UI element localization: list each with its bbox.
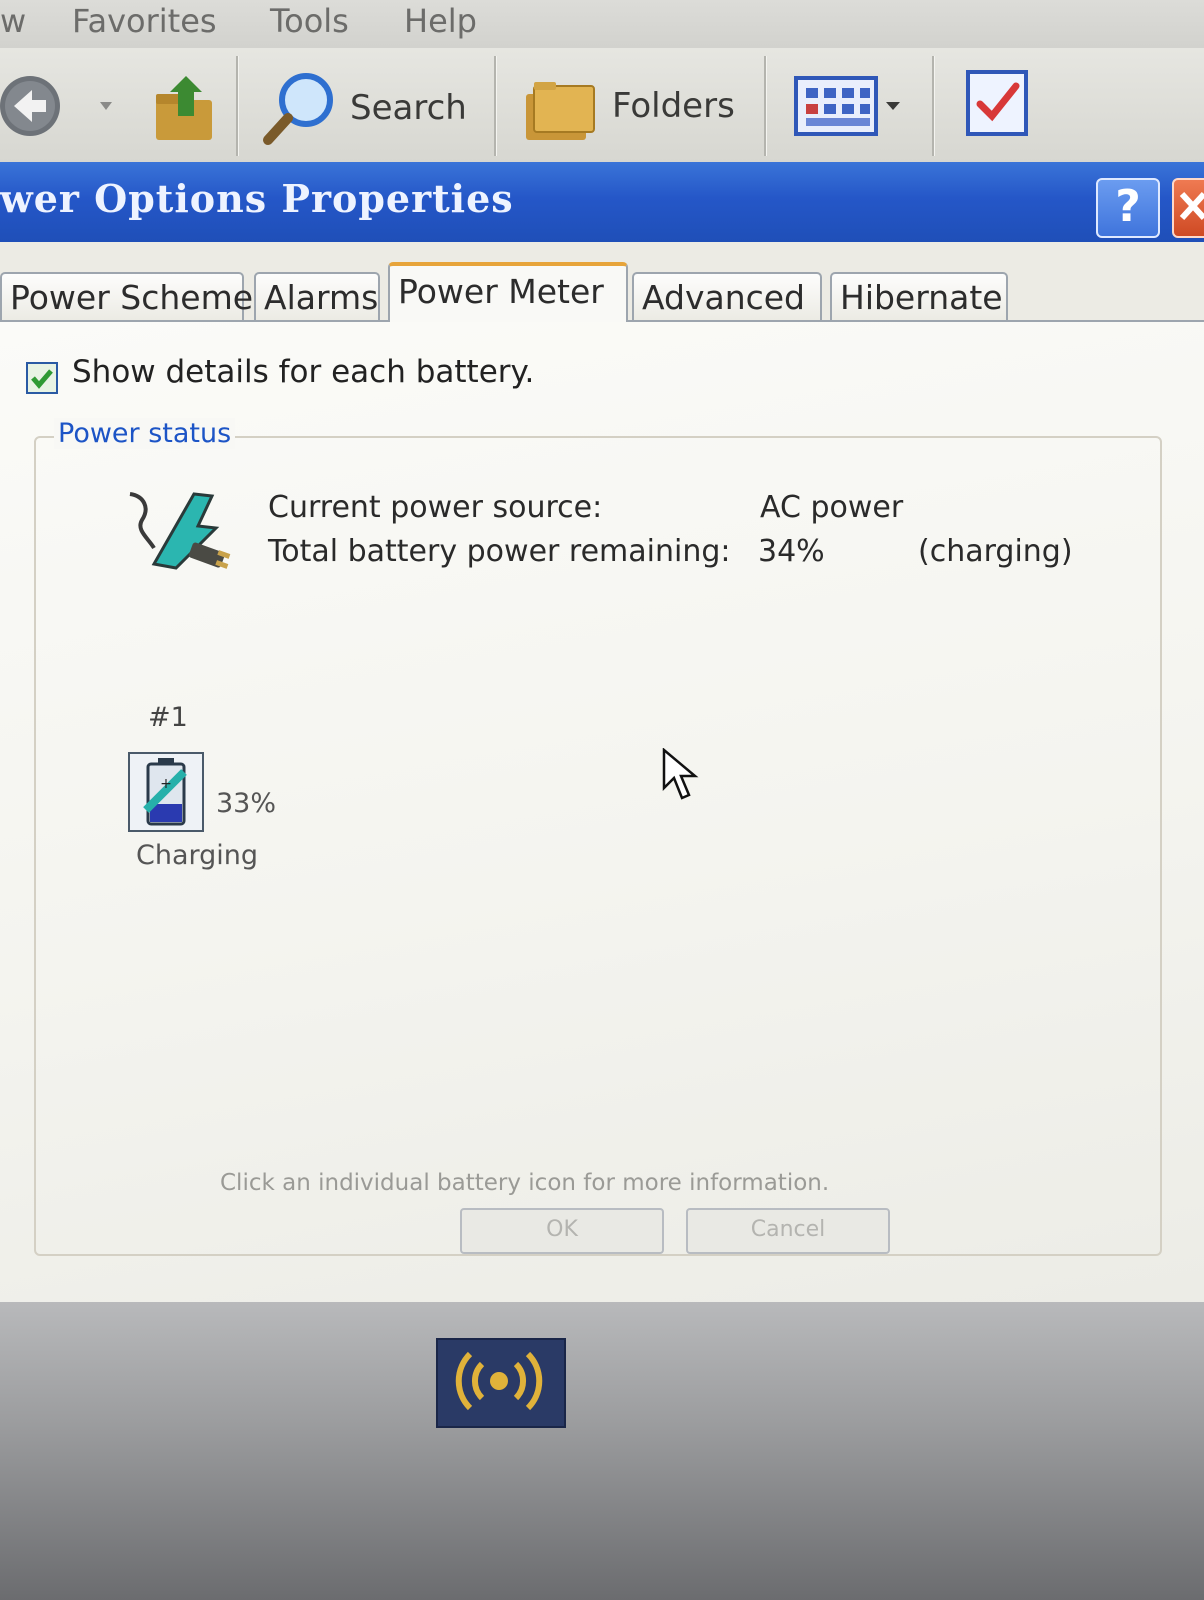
wireless-tile[interactable] [436, 1338, 566, 1428]
folders-icon [526, 82, 595, 140]
toolbar-separator [236, 56, 238, 156]
up-folder-button[interactable] [148, 72, 224, 144]
menu-tools[interactable]: Tools [270, 2, 349, 40]
checkmark-icon [31, 369, 53, 389]
views-icon [794, 76, 900, 136]
svg-text:+: + [160, 776, 172, 792]
toolbar-separator [932, 56, 934, 156]
battery-icon: + [143, 758, 187, 826]
search-icon [263, 73, 333, 145]
toolbar-separator [764, 56, 766, 156]
battery-hint-text: Click an individual battery icon for mor… [220, 1170, 830, 1196]
show-details-checkbox[interactable] [26, 362, 58, 394]
battery-1-button[interactable]: + [128, 752, 204, 832]
ok-button[interactable]: OK [460, 1208, 664, 1254]
power-meter-panel: Show details for each battery. Power sta… [0, 320, 1204, 1304]
tab-power-meter[interactable]: Power Meter [388, 262, 628, 322]
total-remaining-value: 34% [758, 534, 825, 569]
checklist-button[interactable] [964, 66, 1034, 138]
dialog-title: wer Options Properties [0, 176, 514, 221]
tab-alarms[interactable]: Alarms [254, 272, 380, 320]
views-button[interactable] [792, 74, 916, 138]
tab-advanced[interactable]: Advanced [632, 272, 822, 320]
current-source-value: AC power [760, 490, 904, 525]
search-label: Search [350, 88, 467, 128]
mouse-cursor-icon [662, 748, 699, 800]
total-remaining-label: Total battery power remaining: [268, 534, 731, 569]
battery-percent: 33% [216, 788, 277, 819]
total-remaining-state: (charging) [918, 534, 1073, 569]
close-button[interactable] [1172, 178, 1204, 238]
tab-hibernate[interactable]: Hibernate [830, 272, 1008, 320]
explorer-toolbar: Search Folders [0, 48, 1204, 164]
toolbar-separator [494, 56, 496, 156]
cancel-button[interactable]: Cancel [686, 1208, 890, 1254]
menu-help[interactable]: Help [404, 2, 477, 40]
back-arrow-icon [0, 76, 112, 136]
wireless-icon [455, 1351, 543, 1411]
close-icon [1179, 191, 1204, 221]
power-status-title: Power status [54, 418, 236, 449]
desktop-background [0, 1302, 1204, 1600]
up-folder-icon [156, 76, 212, 140]
menu-favorites[interactable]: Favorites [72, 2, 217, 40]
battery-status: Charging [136, 840, 259, 871]
folders-button[interactable]: Folders [520, 74, 740, 154]
help-button[interactable]: ? [1096, 178, 1160, 238]
show-details-label[interactable]: Show details for each battery. [72, 354, 534, 390]
battery-number: #1 [148, 702, 188, 733]
menu-view[interactable]: w [0, 2, 26, 40]
menu-bar: w Favorites Tools Help [0, 0, 1204, 49]
power-plug-icon [129, 492, 231, 570]
folders-label: Folders [612, 86, 735, 126]
dialog-body: Power Schemes Alarms Power Meter Advance… [0, 242, 1204, 1304]
back-button[interactable] [0, 74, 120, 138]
search-button[interactable]: Search [260, 68, 470, 152]
current-source-label: Current power source: [268, 490, 603, 525]
checklist-icon [966, 70, 1028, 136]
tab-power-schemes[interactable]: Power Schemes [0, 272, 270, 320]
dialog-title-bar[interactable]: wer Options Properties [0, 162, 1204, 242]
